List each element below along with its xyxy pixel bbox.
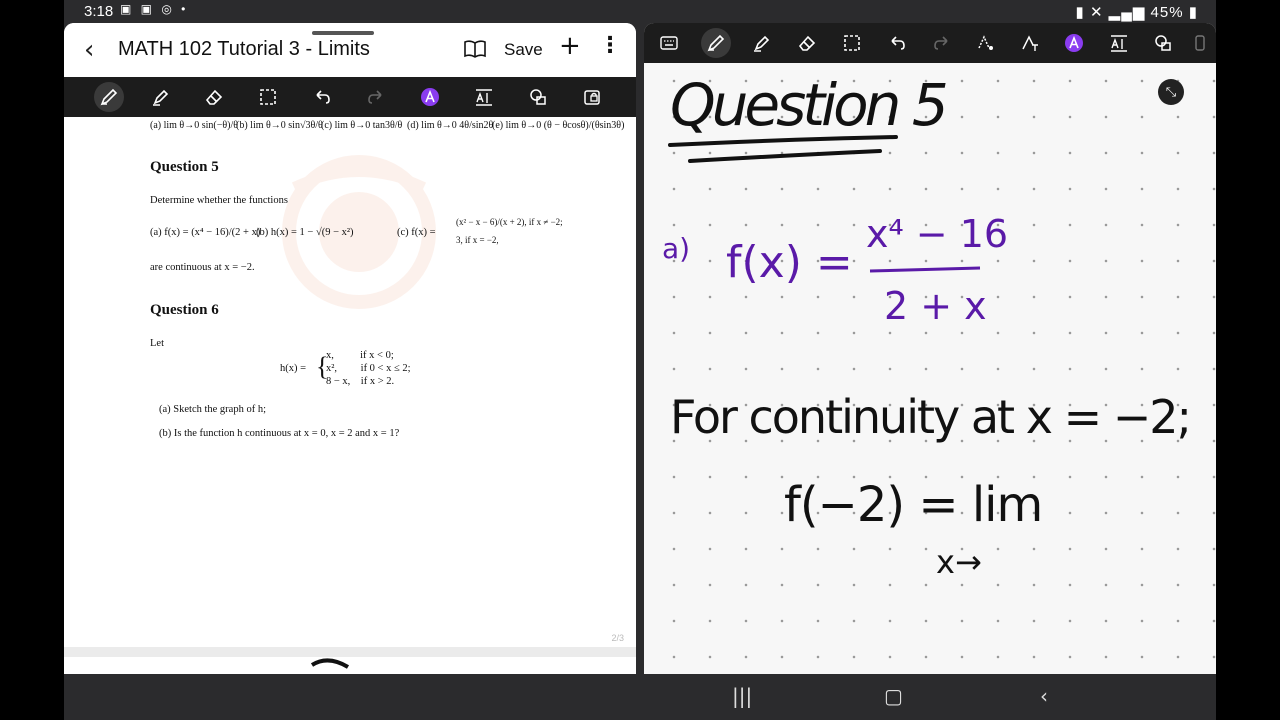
q5-outro: are continuous at x = −2. — [150, 262, 255, 273]
tablet-screen: 3:18 ▣ ▣ ◎ • ▮ ✕ ▂▄▆ 45% ▮ ‹ MATH 102 Tu… — [64, 0, 1216, 720]
back-nav-icon[interactable]: ‹ — [1040, 684, 1048, 708]
highlighter-icon[interactable] — [146, 82, 176, 112]
next-page-preview — [64, 657, 636, 674]
text-insert-icon[interactable] — [469, 82, 499, 112]
notes-text-insert-icon[interactable] — [1104, 28, 1134, 58]
notes-select-icon[interactable] — [971, 28, 1001, 58]
q5-part-b: (b) h(x) = 1 − √(9 − x²) — [256, 227, 354, 238]
q6-case-3: 8 − x, if x > 2. — [326, 376, 395, 387]
app-bar: ‹ MATH 102 Tutorial 3 - Limits Save + ⋮ — [64, 23, 636, 77]
q5-part-c-label: (c) f(x) = — [397, 227, 436, 238]
pdf-page: (a) lim θ→0 sin(−θ)/θ (b) lim θ→0 sin√3θ… — [64, 117, 636, 647]
notes-highlighter-icon[interactable] — [747, 28, 777, 58]
notes-toolbar — [644, 23, 1216, 63]
status-time: 3:18 — [84, 3, 114, 20]
notification-icons: ▣ ▣ ◎ • — [120, 2, 189, 16]
save-button[interactable]: Save — [504, 40, 543, 60]
note-continuity-line: For continuity at x = −2; — [670, 390, 1190, 444]
pdf-pane: ‹ MATH 102 Tutorial 3 - Limits Save + ⋮ — [64, 23, 636, 674]
back-icon[interactable]: ‹ — [84, 35, 94, 65]
keyboard-icon[interactable] — [654, 28, 684, 58]
q6-part-a: (a) Sketch the graph of h; — [159, 404, 267, 415]
navigation-bar: ||| ▢ ‹ — [64, 674, 1216, 720]
q5-part-c-case2: 3, if x = −2, — [456, 235, 499, 245]
q6-case-1: x, if x < 0; — [326, 350, 394, 361]
notes-undo-icon[interactable] — [882, 28, 912, 58]
notes-pane: ⤡ Question 5 a) f(x) = x⁴ − 16 2 + x For… — [644, 23, 1216, 674]
home-icon[interactable]: ▢ — [884, 684, 903, 708]
recent-apps-icon[interactable]: ||| — [732, 684, 752, 708]
q5-part-c-case1: (x² − x − 6)/(x + 2), if x ≠ −2; — [456, 217, 563, 227]
handwritten-notes: Question 5 a) f(x) = x⁴ − 16 2 + x For c… — [662, 71, 1192, 581]
redo-icon[interactable] — [361, 82, 391, 112]
note-part-label: a) — [662, 232, 690, 265]
notes-redo-icon[interactable] — [927, 28, 957, 58]
next-page-logo — [310, 658, 350, 669]
document-title: MATH 102 Tutorial 3 - Limits — [118, 38, 370, 60]
question-5-heading: Question 5 — [150, 159, 219, 175]
more-options-icon[interactable]: ⋮ — [599, 33, 621, 58]
fraction-bar — [869, 266, 981, 273]
page-indicator: 2/3 — [611, 633, 624, 643]
note-limit-line: f(−2) = lim — [784, 477, 1042, 533]
note-numerator: x⁴ − 16 — [866, 212, 1008, 256]
status-right: ▮ ✕ ▂▄▆ 45% ▮ — [1076, 3, 1198, 21]
limits-row-c: (c) lim θ→0 tan3θ/θ — [321, 120, 403, 131]
limits-row-a: (a) lim θ→0 sin(−θ)/θ — [150, 120, 239, 131]
battery-level: 45% — [1150, 4, 1184, 21]
undo-icon[interactable] — [307, 82, 337, 112]
notes-eraser-icon[interactable] — [792, 28, 822, 58]
lasso-select-icon[interactable] — [253, 82, 283, 112]
notes-text-style-icon[interactable] — [1059, 28, 1089, 58]
text-style-icon[interactable] — [415, 82, 445, 112]
reading-mode-icon[interactable] — [464, 40, 486, 58]
notes-shapes-icon[interactable] — [1148, 28, 1178, 58]
note-limit-subscript: x→ — [936, 543, 982, 581]
limits-row-d: (d) lim θ→0 4θ/sin2θ — [407, 120, 494, 131]
q5-intro: Determine whether the functions — [150, 195, 288, 206]
limits-row-e: (e) lim θ→0 (θ − θcosθ)/(θsin3θ) — [492, 120, 625, 131]
eraser-icon[interactable] — [199, 82, 229, 112]
q6-case-2: x², if 0 < x ≤ 2; — [326, 363, 411, 374]
q6-h-label: h(x) = — [280, 363, 307, 374]
shapes-icon[interactable] — [523, 82, 553, 112]
heading-underline-2 — [688, 149, 882, 163]
q6-part-b: (b) Is the function h continuous at x = … — [159, 428, 400, 439]
window-handle[interactable] — [312, 31, 374, 35]
page-separator — [64, 647, 636, 657]
pen-icon[interactable] — [94, 82, 124, 112]
note-lhs: f(x) = — [726, 237, 853, 288]
notes-pen-icon[interactable] — [701, 28, 731, 58]
q6-let: Let — [150, 338, 164, 349]
question-6-heading: Question 6 — [150, 302, 219, 318]
note-denominator: 2 + x — [884, 284, 987, 328]
signal-icon: ▮ ✕ ▂▄▆ — [1075, 4, 1151, 21]
pdf-annotation-toolbar — [64, 77, 636, 117]
note-question-heading: Question 5 — [670, 71, 946, 139]
notes-lasso-icon[interactable] — [837, 28, 867, 58]
notes-more-tools-icon[interactable] — [1189, 28, 1209, 58]
battery-icon: ▮ — [1183, 4, 1198, 21]
q5-part-a: (a) f(x) = (x⁴ − 16)/(2 + x) — [150, 227, 261, 238]
limits-row-b: (b) lim θ→0 sin√3θ/θ — [236, 120, 323, 131]
notes-text-tool-icon[interactable] — [1015, 28, 1045, 58]
add-icon[interactable]: + — [559, 31, 581, 61]
lock-icon[interactable] — [577, 82, 607, 112]
status-bar: 3:18 ▣ ▣ ◎ • ▮ ✕ ▂▄▆ 45% ▮ — [64, 0, 1216, 24]
